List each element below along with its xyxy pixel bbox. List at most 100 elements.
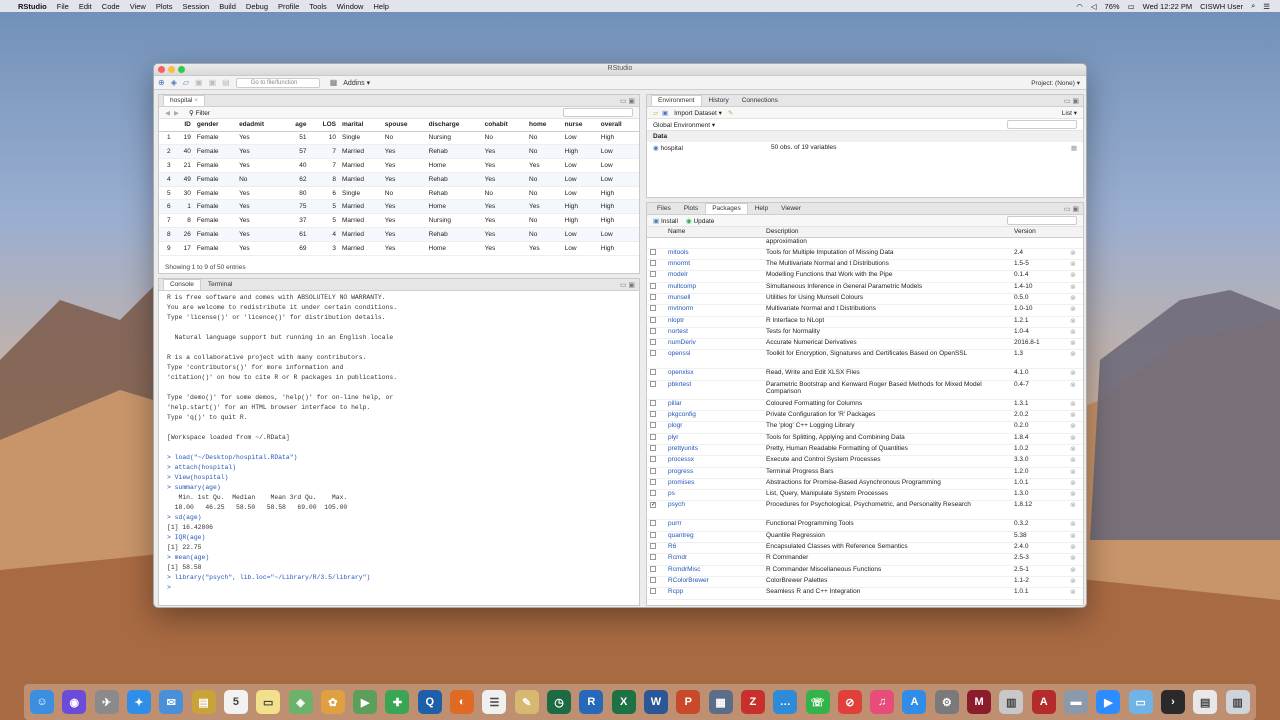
remove-package-icon[interactable]: ⊗	[1070, 401, 1076, 408]
package-checkbox[interactable]	[650, 305, 656, 312]
remove-package-icon[interactable]: ⊗	[1070, 521, 1076, 528]
siri-icon[interactable]: ◉	[62, 690, 87, 714]
menu-app-name[interactable]: RStudio	[18, 2, 47, 11]
remove-package-icon[interactable]: ⊗	[1070, 457, 1076, 464]
appstore-icon[interactable]: A	[902, 690, 927, 714]
column-header-ID[interactable]: ID	[173, 119, 194, 132]
menu-plots[interactable]: Plots	[156, 2, 173, 11]
package-checkbox[interactable]	[650, 576, 656, 583]
package-name[interactable]: nortest	[665, 327, 763, 340]
remove-package-icon[interactable]: ⊗	[1070, 318, 1076, 325]
tab-plots[interactable]: Plots	[678, 204, 704, 214]
scanner-icon[interactable]: ▬	[1064, 690, 1088, 714]
reminders-icon[interactable]: ☰	[482, 690, 507, 714]
console-output[interactable]: R is free software and comes with ABSOLU…	[159, 291, 639, 593]
package-checkbox[interactable]: ✓	[650, 502, 656, 509]
clock[interactable]: Wed 12:22 PM	[1143, 2, 1192, 11]
messages-icon[interactable]: ✚	[385, 690, 410, 714]
package-name[interactable]: numDeriv	[665, 338, 763, 351]
photos-icon[interactable]: ✿	[320, 690, 345, 714]
menu-session[interactable]: Session	[183, 2, 210, 11]
open-file-icon[interactable]: ▱	[183, 78, 189, 87]
block-icon[interactable]: ⊘	[837, 690, 862, 714]
package-name[interactable]: mitools	[665, 248, 763, 261]
filter-button[interactable]: ⚲ Filter	[189, 109, 210, 117]
package-checkbox[interactable]	[650, 248, 656, 255]
expand-object-icon[interactable]: ◉	[653, 145, 659, 152]
column-header-home[interactable]: home	[526, 119, 562, 132]
tab-history[interactable]: History	[703, 96, 735, 106]
package-checkbox[interactable]	[650, 293, 656, 300]
package-checkbox[interactable]	[650, 399, 656, 406]
package-checkbox[interactable]	[650, 411, 656, 418]
package-name[interactable]: progress	[665, 467, 763, 479]
package-checkbox[interactable]	[650, 327, 656, 334]
version-column-header[interactable]: Version	[1011, 227, 1067, 238]
new-file-icon[interactable]: ⊕	[158, 78, 165, 87]
description-column-header[interactable]: Description	[763, 227, 1011, 238]
remove-package-icon[interactable]: ⊗	[1070, 567, 1076, 574]
remove-package-icon[interactable]: ⊗	[1070, 423, 1076, 430]
zotero-icon[interactable]: Z	[740, 690, 765, 714]
package-checkbox[interactable]	[650, 456, 656, 463]
column-header-overall[interactable]: overall	[597, 119, 639, 132]
music-icon[interactable]: ♫	[870, 690, 895, 714]
view-table-icon[interactable]: ▦	[1071, 144, 1077, 152]
package-checkbox[interactable]	[650, 543, 656, 550]
chart-icon[interactable]: ▥	[999, 690, 1024, 714]
timemachine-icon[interactable]: ◷	[547, 690, 571, 714]
trash-icon[interactable]: ▥	[1225, 690, 1250, 714]
menu-edit[interactable]: Edit	[79, 2, 92, 11]
grid-layout-icon[interactable]: ▦	[330, 78, 338, 87]
menu-view[interactable]: View	[130, 2, 146, 11]
package-checkbox[interactable]	[650, 316, 656, 323]
package-name[interactable]: nloptr	[665, 316, 763, 328]
name-column-header[interactable]: Name	[665, 227, 763, 238]
new-project-icon[interactable]: ◈	[171, 78, 177, 87]
package-checkbox[interactable]	[650, 433, 656, 440]
load-workspace-icon[interactable]: ▱	[653, 109, 658, 117]
package-name[interactable]: purrr	[665, 519, 763, 532]
table-row[interactable]: 4 49 Female No 62 8 Married Yes Rehab Yes No Low Low	[159, 172, 639, 187]
package-name[interactable]: multcomp	[665, 282, 763, 294]
calendar-icon[interactable]: 5	[223, 690, 248, 714]
package-name[interactable]: mnormt	[665, 259, 763, 272]
addins-menu[interactable]: Addins ▾	[343, 79, 370, 87]
package-name[interactable]: openxlsx	[665, 368, 763, 381]
install-button[interactable]: ▣ Install	[653, 217, 678, 225]
package-name[interactable]: RColorBrewer	[665, 576, 763, 589]
firefox-icon[interactable]: ◐	[450, 690, 475, 714]
forward-icon[interactable]: ▶	[174, 109, 179, 117]
user-name[interactable]: CISWH User	[1200, 2, 1243, 11]
zoom-icon[interactable]: ▶	[1096, 690, 1121, 714]
wifi-icon[interactable]: ◠	[1076, 2, 1083, 11]
package-checkbox[interactable]	[650, 490, 656, 497]
package-name[interactable]: pkgconfig	[665, 410, 763, 423]
table-row[interactable]: 7 8 Female Yes 37 5 Married Yes Nursing Yes No High…	[159, 213, 639, 229]
package-name[interactable]: munsell	[665, 293, 763, 306]
remove-package-icon[interactable]: ⊗	[1070, 589, 1076, 596]
tab-viewer[interactable]: Viewer	[775, 204, 807, 214]
mplus-icon[interactable]: M	[967, 690, 992, 714]
table-row[interactable]: 6 1 Female Yes 75 5 Married Yes Home Yes Yes High Hi…	[159, 199, 639, 215]
column-header-gender[interactable]: gender	[193, 119, 237, 132]
quicktime-icon[interactable]: Q	[417, 690, 442, 714]
package-name[interactable]: promises	[665, 478, 763, 491]
remove-package-icon[interactable]: ⊗	[1070, 533, 1076, 540]
tab-files[interactable]: Files	[651, 204, 677, 214]
tab-connections[interactable]: Connections	[736, 96, 784, 106]
column-header-edadmit[interactable]: edadmit	[236, 119, 284, 132]
env-search-input[interactable]	[1007, 120, 1077, 129]
package-checkbox[interactable]	[650, 531, 656, 538]
tab-terminal[interactable]: Terminal	[202, 280, 239, 290]
package-name[interactable]: RcmdrMisc	[665, 565, 763, 577]
packages-search-input[interactable]	[1007, 216, 1077, 225]
menu-code[interactable]: Code	[102, 2, 120, 11]
package-checkbox[interactable]	[650, 282, 656, 289]
remove-package-icon[interactable]: ⊗	[1070, 446, 1076, 453]
package-name[interactable]: Rcpp	[665, 587, 763, 600]
project-menu[interactable]: Project: (None) ▾	[1031, 79, 1080, 87]
launchpad-icon[interactable]: ✈	[94, 690, 119, 714]
tab-console[interactable]: Console	[163, 279, 201, 290]
menu-window[interactable]: Window	[337, 2, 364, 11]
